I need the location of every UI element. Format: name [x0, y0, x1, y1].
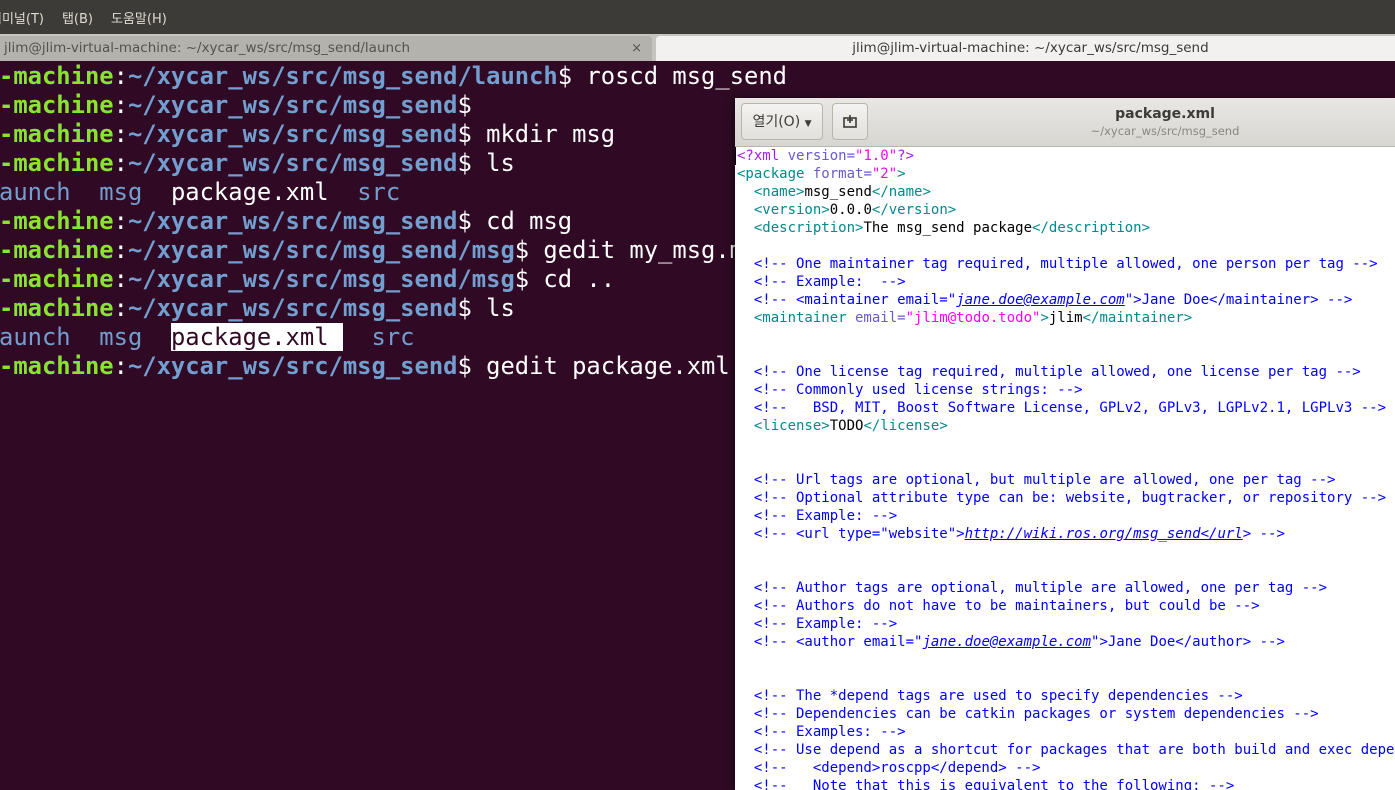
code-line: <name>msg_send</name>: [753, 184, 931, 200]
menu-help[interactable]: 도움말(H): [111, 8, 167, 27]
terminal-line: -machine:~/xycar_ws/src/msg_send$: [0, 91, 472, 119]
ls-entry: aunch: [0, 323, 71, 351]
code-line: <license>TODO</license>: [753, 418, 948, 434]
tab-bar: jlim@jlim-virtual-machine: ~/xycar_ws/sr…: [0, 34, 1395, 61]
prompt-path: ~/xycar_ws/src/msg_send: [127, 294, 458, 322]
prompt-user: -machine: [0, 352, 114, 380]
command-text: roscd msg_send: [572, 62, 787, 90]
prompt-user: -machine: [0, 294, 114, 322]
command-text: ls: [471, 149, 515, 177]
tab-launch[interactable]: jlim@jlim-virtual-machine: ~/xycar_ws/sr…: [0, 36, 652, 61]
prompt-path: ~/xycar_ws/src/msg_send: [127, 120, 458, 148]
ls-entry: src: [357, 178, 401, 206]
code-line: <!-- <maintainer email="jane.doe@example…: [737, 292, 1353, 308]
terminal-line: aunch msg package.xml src: [0, 178, 400, 207]
document-path: ~/xycar_ws/src/msg_send: [1090, 124, 1240, 138]
code-line: <?xml version="1.0"?>: [737, 148, 915, 164]
terminal-line: aunch msg package.xml src: [0, 323, 415, 352]
command-text: mkdir msg: [471, 120, 616, 148]
close-icon[interactable]: ×: [631, 36, 642, 61]
terminal-line: -machine:~/xycar_ws/src/msg_send$ ls: [0, 294, 515, 322]
code-line: <!-- One license tag required, multiple …: [737, 364, 1361, 380]
code-line: <!-- Example: -->: [737, 274, 906, 290]
code-line: <!-- Example: -->: [737, 508, 898, 524]
text-editor[interactable]: <?xml version="1.0"?> <package format="2"…: [735, 147, 1395, 790]
prompt-path: ~/xycar_ws/src/msg_send/launch: [127, 62, 558, 90]
prompt-path: ~/xycar_ws/src/msg_send: [127, 91, 458, 119]
prompt-user: -machine: [0, 265, 114, 293]
code-line: <!-- Authors do not have to be maintaine…: [737, 598, 1260, 614]
open-button[interactable]: 열기(O) ▼: [741, 103, 823, 140]
code-line: <!-- <depend>roscpp</depend> -->: [737, 760, 1041, 776]
terminal-line: -machine:~/xycar_ws/src/msg_send$ gedit …: [0, 352, 730, 380]
prompt-user: -machine: [0, 207, 114, 235]
prompt-path: ~/xycar_ws/src/msg_send: [127, 149, 458, 177]
command-text: cd msg: [471, 207, 573, 235]
terminal-line: -machine:~/xycar_ws/src/msg_send/msg$ cd…: [0, 265, 616, 293]
code-line: <maintainer email="jlim@todo.todo">jlim<…: [753, 310, 1193, 326]
gedit-window: 열기(O) ▼ package.xml ~/xycar_ws/src/msg_s…: [735, 98, 1395, 790]
ls-entry: msg: [99, 178, 143, 206]
prompt-user: -machine: [0, 149, 114, 177]
prompt-user: -machine: [0, 236, 114, 264]
prompt-path: ~/xycar_ws/src/msg_send: [127, 207, 458, 235]
terminal-line: -machine:~/xycar_ws/src/msg_send$ ls: [0, 149, 515, 177]
code-line: <!-- Dependencies can be catkin packages…: [737, 706, 1319, 722]
terminal-line: -machine:~/xycar_ws/src/msg_send/launch$…: [0, 62, 787, 90]
code-line: <description>The msg_send package</descr…: [753, 220, 1151, 236]
code-line: <version>0.0.0</version>: [753, 202, 957, 218]
terminal-line: -machine:~/xycar_ws/src/msg_send$ mkdir …: [0, 120, 616, 148]
code-line: <!-- Optional attribute type can be: web…: [737, 490, 1387, 506]
command-text: cd ..: [529, 265, 616, 293]
new-document-button[interactable]: [832, 103, 868, 140]
code-line: <package format="2">: [737, 166, 906, 182]
code-line: <!-- <url type="website">http://wiki.ros…: [737, 526, 1285, 542]
text-cursor: [735, 147, 736, 165]
ls-entry: msg: [99, 323, 143, 351]
code-line: <!-- The *depend tags are used to specif…: [737, 688, 1243, 704]
code-line: <!-- Examples: -->: [737, 724, 906, 740]
prompt-user: -machine: [0, 62, 114, 90]
tab-title: jlim@jlim-virtual-machine: ~/xycar_ws/sr…: [852, 40, 1209, 56]
ls-entry: aunch: [0, 178, 71, 206]
chevron-down-icon: ▼: [804, 119, 812, 129]
menu-terminal[interactable]: 터미널(T): [0, 8, 44, 27]
new-document-icon: [843, 114, 857, 128]
menu-bar: 터미널(T) 탭(B) 도움말(H): [0, 0, 1395, 34]
code-line: <!-- BSD, MIT, Boost Software License, G…: [737, 400, 1387, 416]
code-line: <!-- Example: -->: [737, 616, 898, 632]
gedit-headerbar: 열기(O) ▼ package.xml ~/xycar_ws/src/msg_s…: [735, 98, 1395, 147]
terminal-line: -machine:~/xycar_ws/src/msg_send$ cd msg: [0, 207, 573, 235]
code-line: <!-- Use depend as a shortcut for packag…: [753, 742, 1395, 758]
open-button-label: 열기(O): [752, 114, 801, 130]
prompt-path: ~/xycar_ws/src/msg_send/msg: [127, 265, 515, 293]
ls-entry: package.xml: [170, 323, 343, 351]
tab-title: jlim@jlim-virtual-machine: ~/xycar_ws/sr…: [4, 40, 411, 56]
prompt-user: -machine: [0, 120, 114, 148]
ls-entry: src: [371, 323, 415, 351]
code-line: <!-- <author email="jane.doe@example.com…: [737, 634, 1285, 650]
menu-tabs[interactable]: 탭(B): [62, 8, 93, 27]
document-title: package.xml: [1115, 106, 1215, 122]
tab-msg-send[interactable]: jlim@jlim-virtual-machine: ~/xycar_ws/sr…: [656, 36, 1395, 61]
prompt-user: -machine: [0, 91, 114, 119]
code-line: <!-- Commonly used license strings: -->: [737, 382, 1083, 398]
command-text: gedit package.xml: [471, 352, 730, 380]
prompt-path: ~/xycar_ws/src/msg_send/msg: [127, 236, 515, 264]
code-line: <!-- One maintainer tag required, multip…: [737, 256, 1378, 272]
code-line: <!-- Note that this is equivalent to the…: [737, 778, 1235, 790]
prompt-path: ~/xycar_ws/src/msg_send: [127, 352, 458, 380]
code-line: <!-- Author tags are optional, multiple …: [737, 580, 1328, 596]
terminal-line: -machine:~/xycar_ws/src/msg_send/msg$ ge…: [0, 236, 773, 264]
code-line: <!-- Url tags are optional, but multiple…: [737, 472, 1336, 488]
command-text: ls: [471, 294, 515, 322]
ls-entry: package.xml: [170, 178, 329, 206]
